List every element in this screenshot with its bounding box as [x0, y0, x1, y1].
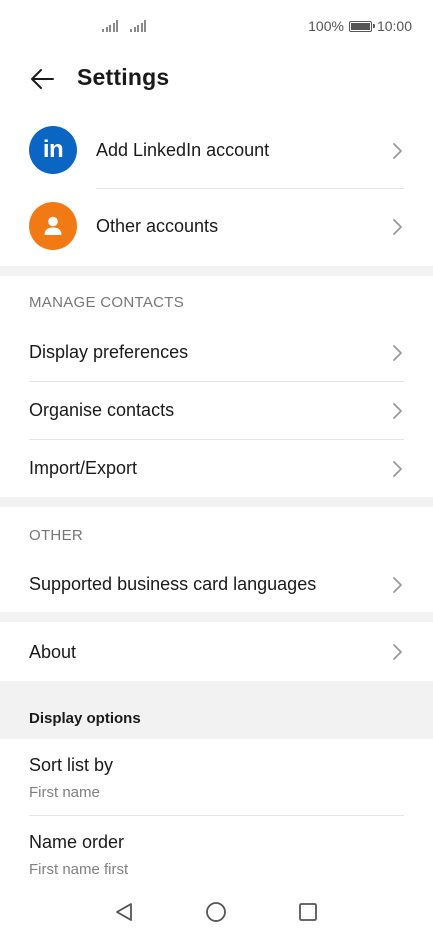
status-right: 100% 10:00: [308, 18, 412, 34]
display-preferences-label: Display preferences: [29, 342, 189, 362]
import-export-item[interactable]: Import/Export: [0, 440, 433, 498]
organise-contacts-item[interactable]: Organise contacts: [0, 382, 433, 440]
other-accounts-label: Other accounts: [96, 216, 219, 236]
nav-recents-button[interactable]: [295, 899, 321, 925]
app-header: Settings: [0, 52, 433, 112]
display-options-title: Display options: [29, 710, 141, 727]
chevron-right-icon: [393, 461, 402, 477]
nav-home-button[interactable]: [203, 899, 229, 925]
about-item[interactable]: About: [0, 622, 433, 680]
sort-list-by-label: Sort list by: [29, 755, 114, 775]
organise-contacts-label: Organise contacts: [29, 400, 175, 420]
manage-contacts-header: MANAGE CONTACTS: [29, 294, 185, 311]
other-card: OTHER Supported business card languages: [0, 507, 433, 612]
display-options-card: Sort list by First name Name order First…: [0, 739, 433, 885]
battery-percent: 100%: [308, 18, 344, 34]
chevron-right-icon: [393, 577, 402, 593]
business-card-languages-item[interactable]: Supported business card languages: [0, 555, 433, 613]
accounts-card: in Add LinkedIn account Other accounts: [0, 112, 433, 266]
chevron-right-icon: [393, 143, 402, 159]
business-card-languages-label: Supported business card languages: [29, 574, 317, 594]
battery-icon: [348, 20, 375, 32]
signal-bars-icon: [102, 20, 118, 32]
other-accounts-item[interactable]: Other accounts: [0, 189, 433, 267]
page-title: Settings: [77, 64, 170, 90]
add-linkedin-account-label: Add LinkedIn account: [96, 140, 270, 160]
name-order-value: First name first: [29, 861, 129, 878]
chevron-right-icon: [393, 219, 402, 235]
add-linkedin-account-item[interactable]: in Add LinkedIn account: [0, 112, 433, 190]
home-circle-icon: [206, 902, 226, 922]
chevron-right-icon: [393, 644, 402, 660]
about-label: About: [29, 642, 77, 662]
manage-contacts-card: MANAGE CONTACTS Display preferences Orga…: [0, 276, 433, 497]
chevron-right-icon: [393, 345, 402, 361]
back-triangle-icon: [116, 903, 132, 921]
nav-back-button[interactable]: [111, 899, 137, 925]
system-nav-bar: [0, 885, 433, 940]
signal-bars-icon: [130, 20, 146, 32]
name-order-item[interactable]: Name order First name first: [0, 816, 433, 884]
sort-list-by-value: First name: [29, 784, 100, 801]
other-header: OTHER: [29, 527, 83, 544]
about-card: About: [0, 622, 433, 681]
name-order-label: Name order: [29, 832, 125, 852]
recents-square-icon: [299, 903, 317, 921]
linkedin-icon: in: [29, 126, 77, 174]
arrow-left-icon: [31, 69, 54, 89]
chevron-right-icon: [393, 403, 402, 419]
person-icon: [29, 202, 77, 250]
status-bar: 100% 10:00: [0, 0, 433, 52]
import-export-label: Import/Export: [29, 458, 138, 478]
back-button[interactable]: [28, 64, 58, 94]
person-glyph: [44, 216, 62, 235]
display-preferences-item[interactable]: Display preferences: [0, 323, 433, 381]
signal-group: [102, 20, 146, 32]
sort-list-by-item[interactable]: Sort list by First name: [0, 739, 433, 815]
clock: 10:00: [376, 18, 412, 34]
